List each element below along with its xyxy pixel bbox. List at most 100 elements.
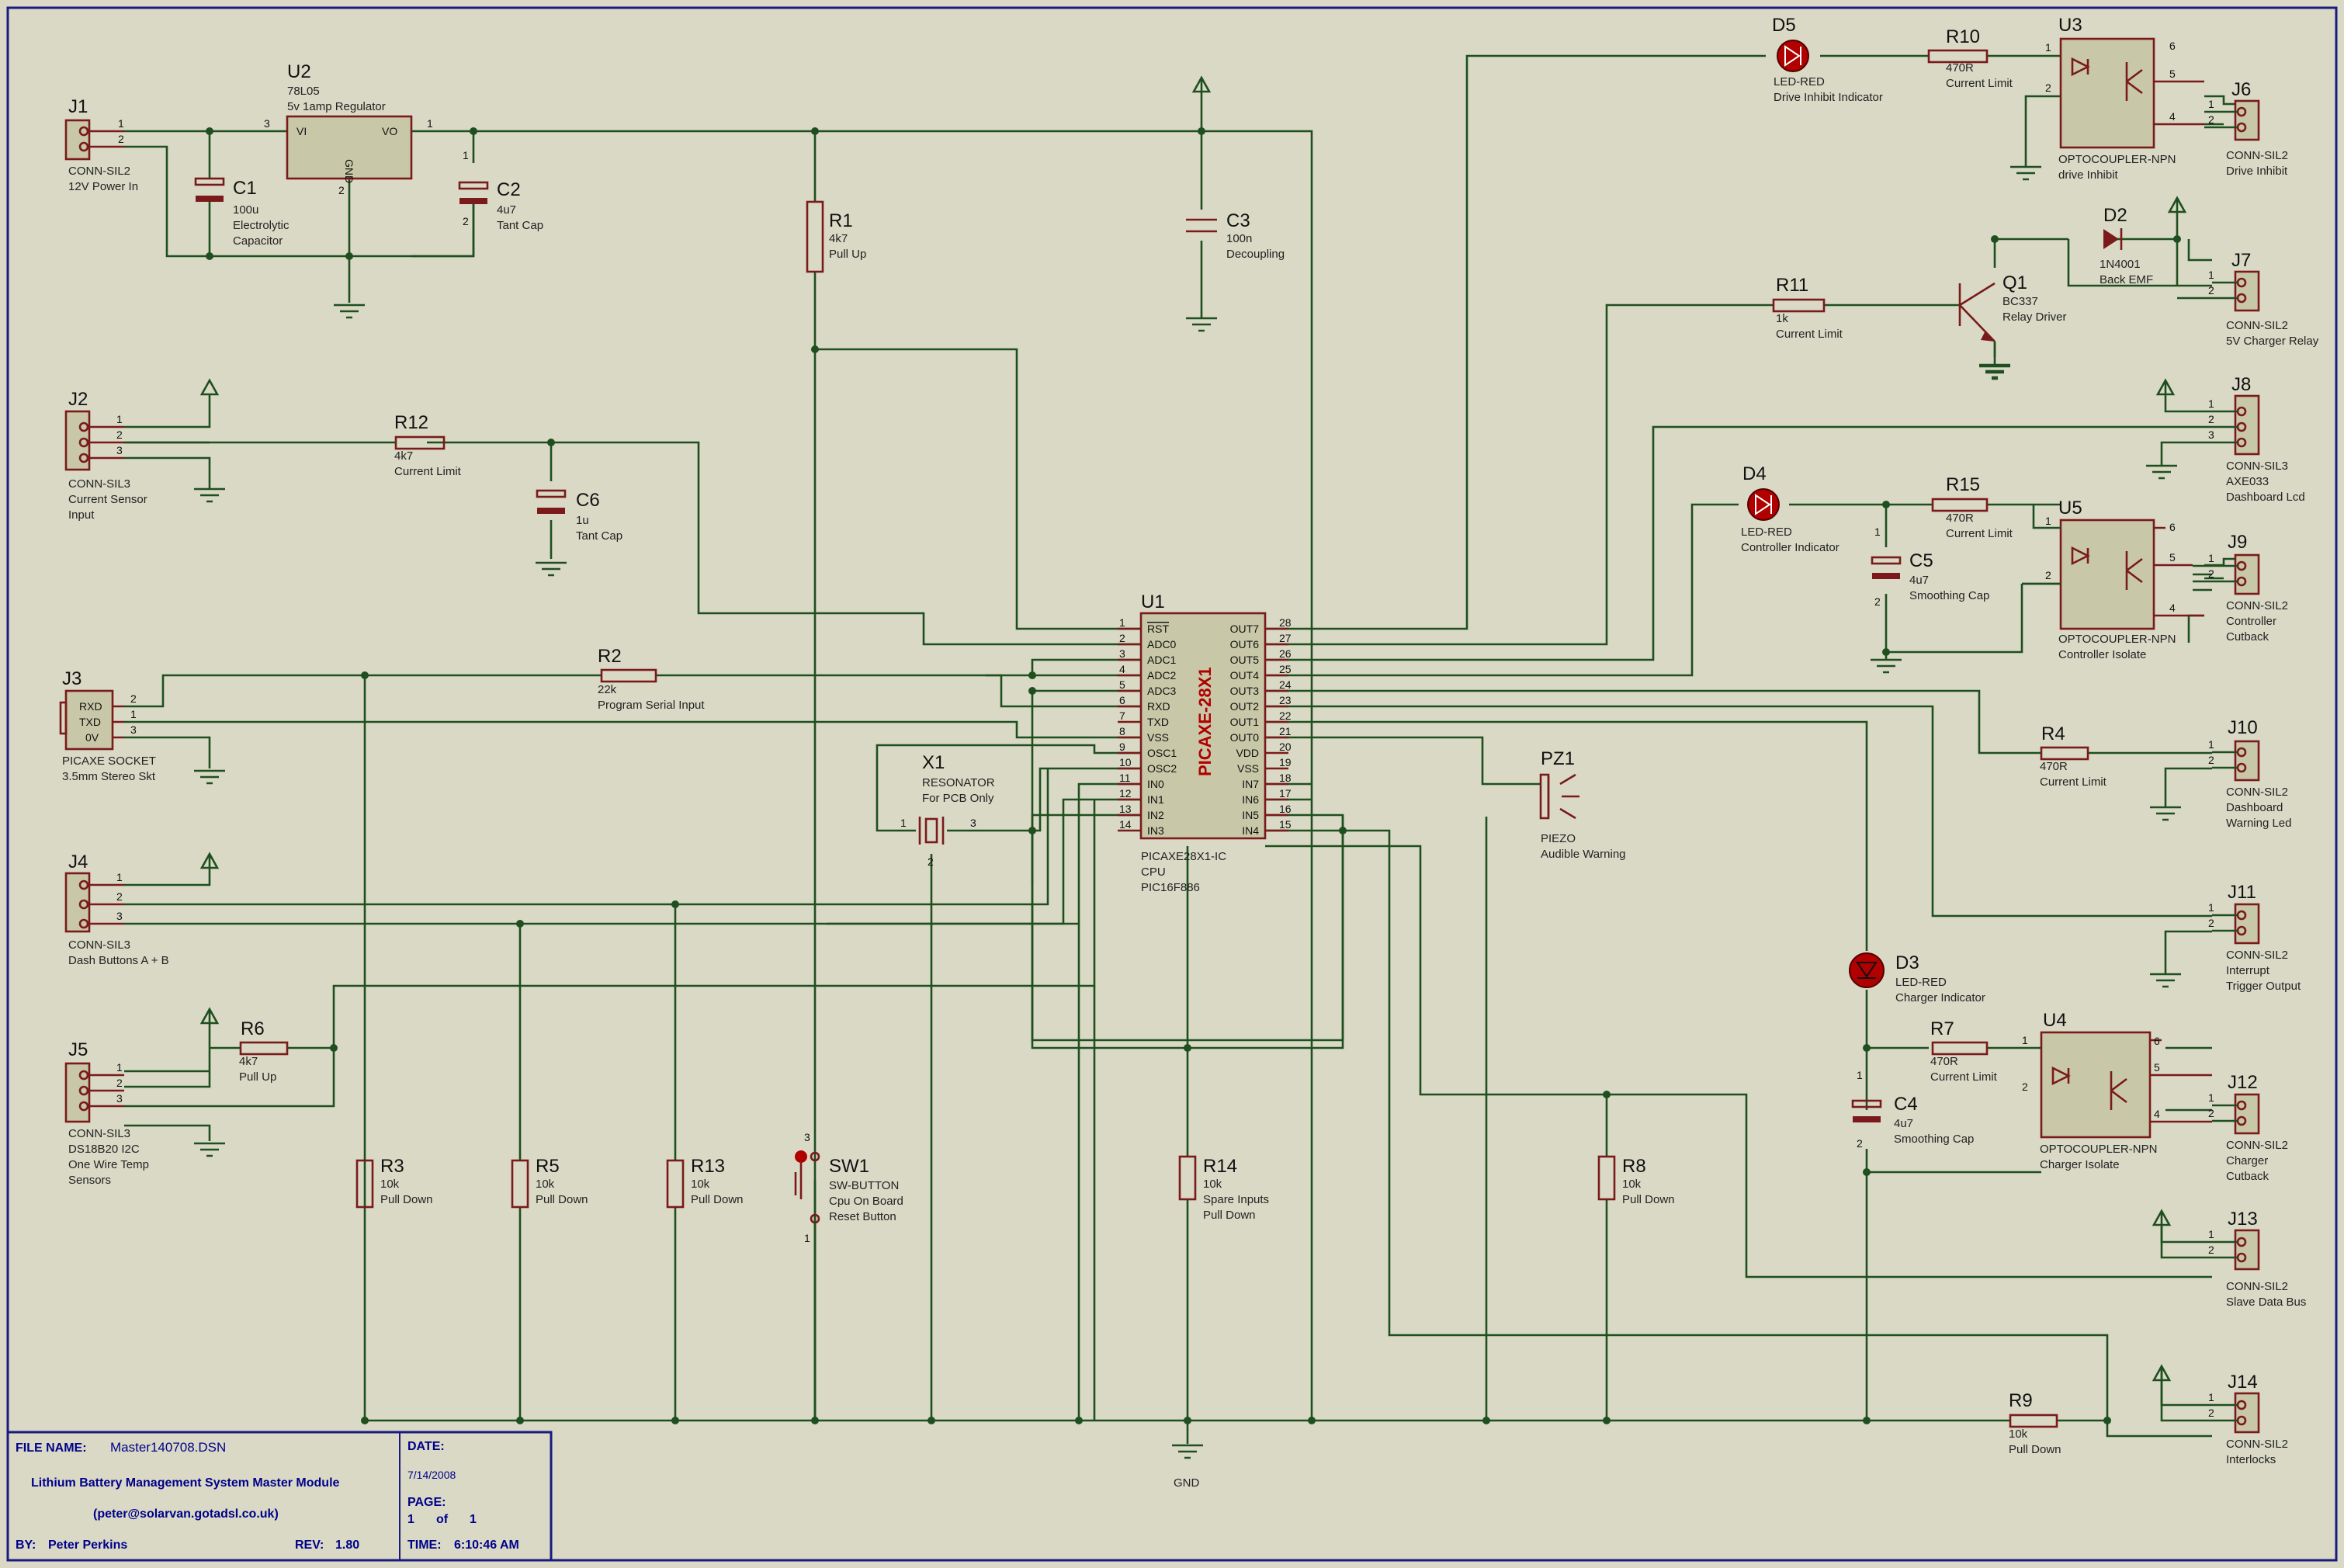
svg-text:PIC16F886: PIC16F886 xyxy=(1141,881,1200,894)
switch-sw1: 3 1 SW1 SW-BUTTON Cpu On Board Reset Butt… xyxy=(794,1131,903,1421)
svg-text:U4: U4 xyxy=(2043,1010,2067,1031)
svg-text:1: 1 xyxy=(130,708,137,720)
u1-pin-number: 23 xyxy=(1279,694,1292,706)
resistor-r1: R1 4k7 Pull Up xyxy=(806,200,866,273)
svg-text:Interrupt: Interrupt xyxy=(2226,964,2270,977)
svg-text:of: of xyxy=(436,1513,449,1526)
optocoupler-u5: 1 2 6 5 4 U5 OPTOCOUPLER-NPN Controller Iso… xyxy=(2022,498,2204,661)
u1-pin-name: IN4 xyxy=(1242,824,1259,837)
resonator-x1: 1 3 2 X1 RESONATOR For PCB Only xyxy=(900,752,995,868)
svg-text:2: 2 xyxy=(928,855,934,868)
resistor-r14: R14 10k Spare Inputs Pull Down xyxy=(1178,1155,1269,1222)
u1-pin-number: 13 xyxy=(1119,803,1132,815)
svg-text:Pull Down: Pull Down xyxy=(691,1193,744,1206)
u1-pin-number: 27 xyxy=(1279,632,1292,644)
svg-text:PIEZO: PIEZO xyxy=(1541,832,1576,845)
svg-text:1: 1 xyxy=(463,149,469,161)
svg-text:1: 1 xyxy=(2045,515,2051,527)
svg-text:J12: J12 xyxy=(2228,1072,2258,1093)
svg-text:PAGE:: PAGE: xyxy=(407,1496,446,1509)
revision: 1.80 xyxy=(335,1539,359,1552)
time-value: 6:10:46 AM xyxy=(454,1539,519,1552)
u1-chip-name: PICAXE-28X1 xyxy=(1195,667,1215,776)
svg-text:10k: 10k xyxy=(1203,1178,1222,1191)
svg-text:CONN-SIL2: CONN-SIL2 xyxy=(2226,319,2288,332)
svg-text:Drive Inhibit: Drive Inhibit xyxy=(2226,165,2288,178)
svg-text:CONN-SIL2: CONN-SIL2 xyxy=(2226,599,2288,612)
connector-j8: 1 2 3 J8 CONN-SIL3 AXE033 Dashboard Lcd xyxy=(2208,374,2305,504)
svg-text:2: 2 xyxy=(130,692,137,705)
svg-text:4u7: 4u7 xyxy=(1909,574,1929,587)
svg-text:U5: U5 xyxy=(2058,498,2082,519)
u1-pin-number: 19 xyxy=(1279,756,1292,768)
resistor-r15: R15 470R Current Limit xyxy=(1931,474,2013,540)
resistor-r2: R2 22k Program Serial Input xyxy=(598,646,705,712)
u1-pin-number: 9 xyxy=(1119,741,1125,753)
u1-pin-number: 8 xyxy=(1119,725,1125,737)
svg-text:1: 1 xyxy=(116,871,123,883)
u1-pin-number: 26 xyxy=(1279,647,1292,660)
u1-pin-name: ADC3 xyxy=(1147,685,1177,697)
svg-text:4: 4 xyxy=(2154,1108,2160,1120)
svg-text:J14: J14 xyxy=(2228,1372,2258,1393)
svg-text:6: 6 xyxy=(2154,1035,2160,1047)
svg-text:3: 3 xyxy=(970,817,976,829)
svg-text:0V: 0V xyxy=(85,731,99,744)
svg-text:BY:: BY: xyxy=(16,1539,36,1552)
svg-text:RXD: RXD xyxy=(79,700,102,713)
svg-text:3: 3 xyxy=(130,723,137,736)
resistor-r8: R8 10k Pull Down xyxy=(1597,1155,1675,1206)
svg-text:VO: VO xyxy=(382,125,397,137)
connector-j14: 1 2 J14 CONN-SIL2 Interlocks xyxy=(2208,1372,2288,1466)
svg-text:CONN-SIL3: CONN-SIL3 xyxy=(68,477,130,491)
svg-text:C4: C4 xyxy=(1894,1094,1918,1115)
svg-text:Pull Down: Pull Down xyxy=(2009,1443,2061,1456)
svg-text:2: 2 xyxy=(1874,595,1881,608)
u1-pin-name: IN5 xyxy=(1242,809,1259,821)
svg-text:3.5mm Stereo Skt: 3.5mm Stereo Skt xyxy=(62,770,156,783)
svg-text:CONN-SIL2: CONN-SIL2 xyxy=(2226,949,2288,962)
svg-text:Program Serial Input: Program Serial Input xyxy=(598,699,705,712)
svg-text:Input: Input xyxy=(68,508,95,522)
svg-text:2: 2 xyxy=(2208,1107,2214,1119)
svg-text:470R: 470R xyxy=(2040,760,2068,773)
svg-text:R1: R1 xyxy=(829,210,853,231)
u1-pin-number: 1 xyxy=(1119,616,1125,629)
svg-text:PZ1: PZ1 xyxy=(1541,748,1575,769)
svg-text:470R: 470R xyxy=(1946,512,1974,525)
u1-pin-number: 16 xyxy=(1279,803,1292,815)
svg-text:2: 2 xyxy=(2045,569,2051,581)
svg-text:2: 2 xyxy=(463,215,469,227)
svg-text:Drive Inhibit Indicator: Drive Inhibit Indicator xyxy=(1774,91,1883,104)
svg-text:TXD: TXD xyxy=(79,716,101,728)
author-email: (peter@solarvan.gotadsl.co.uk) xyxy=(93,1507,279,1521)
u1-pin-name: VDD xyxy=(1236,747,1259,759)
svg-text:Pull Down: Pull Down xyxy=(1203,1209,1256,1222)
svg-text:J10: J10 xyxy=(2228,717,2258,738)
svg-text:Current Limit: Current Limit xyxy=(1946,527,2013,540)
svg-text:J4: J4 xyxy=(68,852,88,872)
svg-text:DS18B20 I2C: DS18B20 I2C xyxy=(68,1143,140,1156)
svg-text:2: 2 xyxy=(116,890,123,903)
svg-text:C3: C3 xyxy=(1226,210,1250,231)
svg-text:22k: 22k xyxy=(598,683,617,696)
svg-text:Decoupling: Decoupling xyxy=(1226,248,1285,261)
resistor-r3: R3 10k Pull Down xyxy=(355,1156,433,1209)
capacitor-c2: 1 2 C2 4u7 Tant Cap xyxy=(411,149,543,258)
svg-text:2: 2 xyxy=(2208,1244,2214,1256)
svg-text:Dash Buttons A + B: Dash Buttons A + B xyxy=(68,954,169,967)
connector-j11: 1 2 J11 CONN-SIL2 Interrupt Trigger Outpu… xyxy=(2208,882,2301,993)
u2-ref: U2 xyxy=(287,61,311,82)
u1-pin-number: 17 xyxy=(1279,787,1292,800)
svg-text:R10: R10 xyxy=(1946,26,1980,47)
svg-text:1: 1 xyxy=(2208,1228,2214,1240)
diode-d2: D2 1N4001 Back EMF xyxy=(2100,205,2153,286)
schematic-canvas: 12 J1 CONN-SIL2 12V Power In VI VO GND 3… xyxy=(6,6,2338,1562)
svg-text:R11: R11 xyxy=(1776,275,1808,296)
svg-text:CONN-SIL2: CONN-SIL2 xyxy=(2226,1280,2288,1293)
svg-text:1: 1 xyxy=(900,817,907,829)
svg-text:Current Limit: Current Limit xyxy=(2040,775,2107,789)
svg-text:C2: C2 xyxy=(497,179,521,200)
u1-pin-number: 25 xyxy=(1279,663,1292,675)
svg-text:PICAXE SOCKET: PICAXE SOCKET xyxy=(62,755,156,768)
